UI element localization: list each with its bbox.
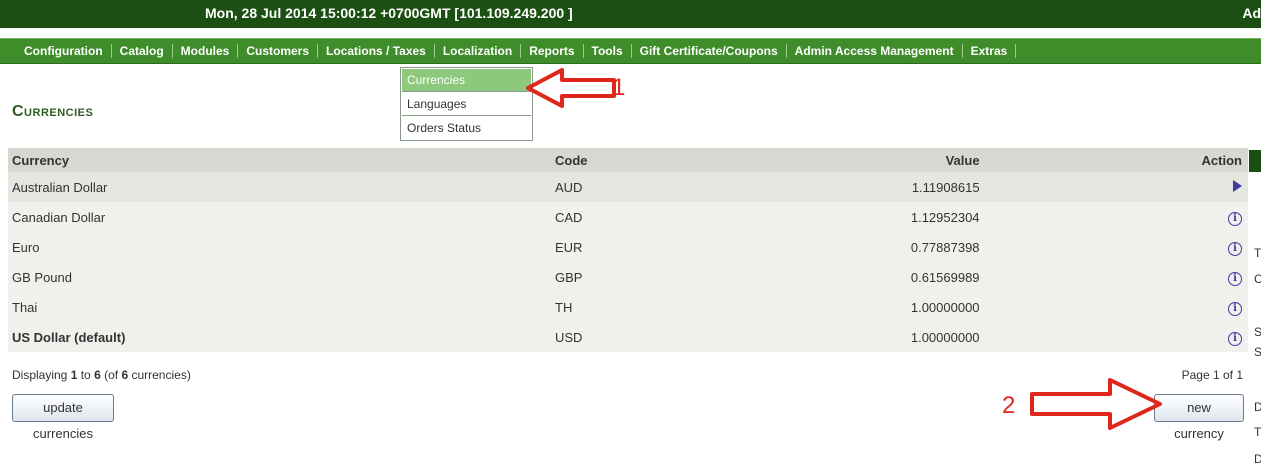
action-cell: i [1198, 232, 1248, 262]
side-letter: T [1254, 246, 1261, 260]
currency-code: USD [555, 329, 583, 345]
nav-modules[interactable]: Modules [173, 44, 239, 58]
action-cell: i [1198, 292, 1248, 322]
displaying-to-word: to [77, 368, 95, 382]
action-cell: i [1198, 202, 1248, 232]
displaying-of-suffix: currencies) [128, 368, 191, 382]
currencies-table: Currency Code Value Action Australian Do… [8, 148, 1248, 352]
annotation-arrow-1-shape [526, 68, 616, 108]
annotation-arrow-1 [526, 68, 616, 108]
page-title: Currencies [12, 103, 94, 120]
info-icon[interactable]: i [1228, 301, 1242, 316]
nav-catalog[interactable]: Catalog [112, 44, 173, 58]
table-row[interactable]: Euro EUR 0.77887398 i [8, 232, 1248, 262]
nav-gift-certificate-coupons[interactable]: Gift Certificate/Coupons [632, 44, 787, 58]
action-cell: i [1198, 322, 1248, 352]
displaying-to: 6 [94, 368, 101, 382]
nav-tools[interactable]: Tools [584, 44, 632, 58]
nav-configuration[interactable]: Configuration [12, 44, 112, 58]
nav-extras[interactable]: Extras [963, 44, 1017, 58]
side-letter: T [1254, 425, 1261, 439]
info-icon[interactable]: i [1228, 211, 1242, 226]
table-row[interactable]: Canadian Dollar CAD 1.12952304 i [8, 202, 1248, 232]
annotation-label-1: 1 [612, 74, 626, 101]
annotation-arrow-2-shape [1030, 378, 1162, 430]
action-cell: i [1198, 262, 1248, 292]
currency-value: 1.00000000 [910, 299, 980, 315]
currency-code: EUR [555, 239, 583, 255]
header-admin-clipped: Ad [1242, 5, 1261, 21]
header-action: Action [1197, 148, 1248, 172]
currency-code: TH [555, 299, 573, 315]
info-icon[interactable]: i [1228, 241, 1242, 256]
nav-locations-taxes[interactable]: Locations / Taxes [318, 44, 435, 58]
currency-code: CAD [555, 209, 583, 225]
currency-name: Thai [12, 299, 38, 315]
info-icon[interactable]: i [1228, 331, 1242, 346]
header-value: Value [739, 148, 1198, 172]
update-currencies-button[interactable]: update currencies [12, 394, 114, 441]
table-row[interactable]: Thai TH 1.00000000 i [8, 292, 1248, 322]
side-letter: S [1254, 345, 1261, 359]
nav-customers[interactable]: Customers [238, 44, 319, 58]
dropdown-item-languages[interactable]: Languages [402, 93, 531, 116]
currency-value: 1.00000000 [910, 329, 980, 345]
side-letter: C [1254, 272, 1261, 286]
currency-code: AUD [555, 179, 583, 195]
table-row[interactable]: GB Pound GBP 0.61569989 i [8, 262, 1248, 292]
currency-name: Canadian Dollar [12, 209, 106, 225]
side-letter: D [1254, 452, 1261, 466]
table-row[interactable]: US Dollar (default) USD 1.00000000 i [8, 322, 1248, 352]
header-datetime: Mon, 28 Jul 2014 15:00:12 +0700GMT [101.… [205, 5, 573, 21]
currency-code: GBP [555, 269, 583, 285]
info-icon[interactable]: i [1228, 271, 1242, 286]
nav-reports[interactable]: Reports [521, 44, 584, 58]
header-code: Code [551, 148, 739, 172]
action-cell [1198, 172, 1248, 202]
side-letter: D [1254, 400, 1261, 414]
new-currency-button[interactable]: new currency [1154, 394, 1244, 441]
table-row[interactable]: Australian Dollar AUD 1.11908615 [8, 172, 1248, 202]
top-header-bar: Mon, 28 Jul 2014 15:00:12 +0700GMT [101.… [0, 0, 1261, 28]
page-info: Page 1 of 1 [1181, 368, 1243, 382]
currency-name: GB Pound [12, 269, 72, 285]
main-nav-bar: Configuration Catalog Modules Customers … [0, 38, 1261, 64]
currency-value: 0.77887398 [910, 239, 980, 255]
currency-value: 0.61569989 [910, 269, 980, 285]
nav-admin-access-management[interactable]: Admin Access Management [787, 44, 963, 58]
currency-name: Euro [12, 239, 40, 255]
header-currency: Currency [8, 148, 551, 172]
annotation-arrow-2 [1030, 378, 1162, 430]
table-header-row: Currency Code Value Action [8, 148, 1248, 172]
currency-name: Australian Dollar [12, 179, 108, 195]
displaying-prefix: Displaying [12, 368, 71, 382]
currency-value: 1.12952304 [910, 209, 980, 225]
nav-localization[interactable]: Localization [435, 44, 522, 58]
displaying-count: Displaying 1 to 6 (of 6 currencies) [12, 368, 191, 382]
displaying-of-prefix: (of [100, 368, 122, 382]
dropdown-item-currencies[interactable]: Currencies [402, 69, 531, 92]
arrow-right-icon [1233, 179, 1242, 192]
localization-dropdown-menu: Currencies Languages Orders Status [400, 67, 533, 141]
currency-name: US Dollar (default) [12, 329, 126, 345]
side-letter: S [1254, 325, 1261, 339]
currency-value: 1.11908615 [911, 179, 980, 195]
side-panel-edge [1249, 150, 1261, 172]
dropdown-item-orders-status[interactable]: Orders Status [402, 117, 531, 139]
annotation-label-2: 2 [1002, 392, 1016, 419]
